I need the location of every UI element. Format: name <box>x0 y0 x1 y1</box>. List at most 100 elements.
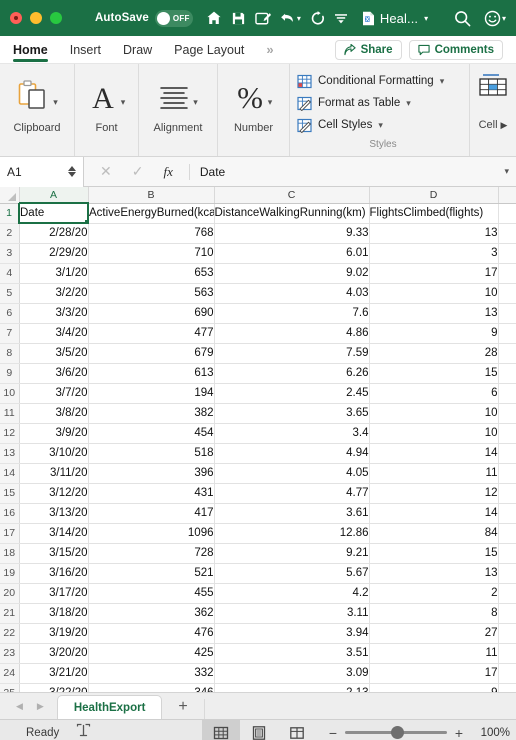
row-header-25[interactable]: 25 <box>0 683 20 692</box>
comments-button[interactable]: Comments <box>408 39 503 60</box>
column-header-c[interactable]: C <box>214 187 370 204</box>
format-as-table-chevron-icon[interactable]: ▾ <box>406 98 411 109</box>
cell-D23[interactable]: 11 <box>369 643 499 664</box>
insert-function-icon[interactable]: fx <box>163 164 172 180</box>
cell-E8[interactable] <box>498 343 516 364</box>
cell-A2[interactable]: 2/28/20 <box>19 223 89 244</box>
table-row[interactable]: 12 3/9/20 454 3.4 10 <box>0 423 516 444</box>
cell-B11[interactable]: 382 <box>88 403 215 424</box>
table-row[interactable]: 16 3/13/20 417 3.61 14 <box>0 503 516 524</box>
next-sheet-icon[interactable]: ▶ <box>37 701 44 712</box>
cell-A16[interactable]: 3/13/20 <box>19 503 89 524</box>
close-window-button[interactable] <box>10 12 22 24</box>
cell-e1[interactable] <box>498 203 516 224</box>
cell-C18[interactable]: 9.21 <box>214 543 370 564</box>
row-header-21[interactable]: 21 <box>0 603 20 624</box>
cell-E24[interactable] <box>498 663 516 684</box>
accessibility-checker-icon[interactable] <box>76 723 91 740</box>
ribbon-tab-bar[interactable]: Home Insert Draw Page Layout » Share Com… <box>0 36 516 64</box>
cell-D22[interactable]: 27 <box>369 623 499 644</box>
cell-b1[interactable]: ActiveEnergyBurned(kcal) <box>88 203 215 224</box>
zoom-slider-knob[interactable] <box>391 726 404 739</box>
table-row[interactable]: 19 3/16/20 521 5.67 13 <box>0 563 516 584</box>
cell-C2[interactable]: 9.33 <box>214 223 370 244</box>
row-header-23[interactable]: 23 <box>0 643 20 664</box>
cell-E4[interactable] <box>498 263 516 284</box>
name-box-spinner[interactable] <box>68 166 76 177</box>
enter-formula-icon[interactable]: ✓ <box>132 163 144 180</box>
row-header-13[interactable]: 13 <box>0 443 20 464</box>
cell-D11[interactable]: 10 <box>369 403 499 424</box>
cell-B22[interactable]: 476 <box>88 623 215 644</box>
spreadsheet-grid[interactable]: A B C D 1 Date ActiveEnergyBurned(kcal) … <box>0 187 516 692</box>
cell-E16[interactable] <box>498 503 516 524</box>
cell-styles-button[interactable]: Cell Styles ▾ <box>297 114 469 136</box>
sheet-tab-bar[interactable]: ◀ ▶ HealthExport + <box>0 692 516 719</box>
number-chevron-icon[interactable]: ▾ <box>268 97 273 112</box>
cell-B4[interactable]: 653 <box>88 263 215 284</box>
cell-E17[interactable] <box>498 523 516 544</box>
conditional-formatting-button[interactable]: Conditional Formatting ▾ <box>297 70 469 92</box>
table-row[interactable]: 17 3/14/20 1096 12.86 84 <box>0 523 516 544</box>
cell-A22[interactable]: 3/19/20 <box>19 623 89 644</box>
ribbon-group-styles[interactable]: Conditional Formatting ▾ Format as Table… <box>290 64 470 156</box>
cell-D20[interactable]: 2 <box>369 583 499 604</box>
formula-bar-buttons[interactable]: ✕ ✓ fx <box>84 163 189 180</box>
format-as-table-button[interactable]: Format as Table ▾ <box>297 92 469 114</box>
add-sheet-button[interactable]: + <box>162 698 203 719</box>
cell-E9[interactable] <box>498 363 516 384</box>
cell-A25[interactable]: 3/22/20 <box>19 683 89 692</box>
normal-view-button[interactable] <box>202 719 240 740</box>
row-header-17[interactable]: 17 <box>0 523 20 544</box>
cell-D18[interactable]: 15 <box>369 543 499 564</box>
ribbon-group-cells[interactable]: Cell ▶ <box>470 64 516 156</box>
row-header-22[interactable]: 22 <box>0 623 20 644</box>
row-header-5[interactable]: 5 <box>0 283 20 304</box>
cell-A23[interactable]: 3/20/20 <box>19 643 89 664</box>
cancel-formula-icon[interactable]: ✕ <box>100 163 112 180</box>
window-controls[interactable] <box>10 12 62 24</box>
cell-B13[interactable]: 518 <box>88 443 215 464</box>
table-row[interactable]: 22 3/19/20 476 3.94 27 <box>0 623 516 644</box>
cell-A7[interactable]: 3/4/20 <box>19 323 89 344</box>
account-avatar-icon[interactable]: ▾ <box>484 10 506 27</box>
row-header-15[interactable]: 15 <box>0 483 20 504</box>
conditional-formatting-chevron-icon[interactable]: ▾ <box>440 76 445 87</box>
cell-E6[interactable] <box>498 303 516 324</box>
document-title-area[interactable]: Heal... ▾ <box>362 11 428 26</box>
cell-E15[interactable] <box>498 483 516 504</box>
cell-C9[interactable]: 6.26 <box>214 363 370 384</box>
cell-D4[interactable]: 17 <box>369 263 499 284</box>
quick-access-toolbar[interactable]: ▾ <box>206 10 348 26</box>
cell-B19[interactable]: 521 <box>88 563 215 584</box>
cell-A11[interactable]: 3/8/20 <box>19 403 89 424</box>
cell-E22[interactable] <box>498 623 516 644</box>
column-header-b[interactable]: B <box>88 187 215 204</box>
alignment-chevron-icon[interactable]: ▾ <box>193 97 198 112</box>
table-row[interactable]: 11 3/8/20 382 3.65 10 <box>0 403 516 424</box>
cell-D9[interactable]: 15 <box>369 363 499 384</box>
cell-D6[interactable]: 13 <box>369 303 499 324</box>
cells-expand-arrow-icon[interactable]: ▶ <box>501 120 508 131</box>
cell-D13[interactable]: 14 <box>369 443 499 464</box>
page-break-view-button[interactable] <box>278 720 316 740</box>
cell-C8[interactable]: 7.59 <box>214 343 370 364</box>
cell-D14[interactable]: 11 <box>369 463 499 484</box>
clipboard-chevron-icon[interactable]: ▾ <box>53 97 58 112</box>
cell-c1[interactable]: DistanceWalkingRunning(km) <box>214 203 370 224</box>
row-header-11[interactable]: 11 <box>0 403 20 424</box>
table-row[interactable]: 15 3/12/20 431 4.77 12 <box>0 483 516 504</box>
tab-page-layout[interactable]: Page Layout <box>174 36 244 64</box>
share-button[interactable]: Share <box>334 39 402 60</box>
select-all-corner[interactable] <box>0 187 20 204</box>
zoom-control[interactable]: − + <box>328 725 464 740</box>
cell-C21[interactable]: 3.11 <box>214 603 370 624</box>
cell-E12[interactable] <box>498 423 516 444</box>
row-header-4[interactable]: 4 <box>0 263 20 284</box>
cell-B3[interactable]: 710 <box>88 243 215 264</box>
table-row[interactable]: 8 3/5/20 679 7.59 28 <box>0 343 516 364</box>
tab-insert[interactable]: Insert <box>70 36 101 64</box>
cell-A4[interactable]: 3/1/20 <box>19 263 89 284</box>
row-header-10[interactable]: 10 <box>0 383 20 404</box>
cell-A6[interactable]: 3/3/20 <box>19 303 89 324</box>
